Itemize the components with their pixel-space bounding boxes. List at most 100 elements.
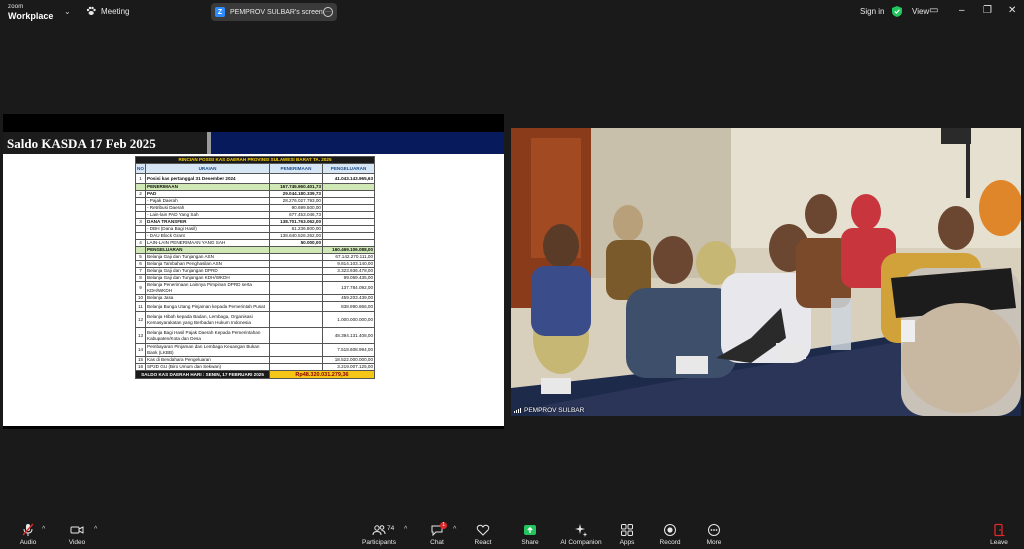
share-button[interactable]: Share bbox=[510, 523, 550, 546]
chat-options-caret[interactable]: ^ bbox=[453, 526, 456, 533]
cell-no bbox=[135, 197, 146, 205]
video-button[interactable]: Video bbox=[57, 523, 97, 546]
audio-label: Audio bbox=[19, 539, 37, 546]
cell-uraian: LAIN-LAIN PENERIMAAN YANG SAH bbox=[145, 239, 270, 247]
cell-no bbox=[135, 204, 146, 212]
shared-screen-indicator[interactable]: Z PEMPROV SULBAR's screen ··· bbox=[211, 3, 337, 21]
cell-pengeluaran: 99.069.435,00 bbox=[321, 274, 376, 282]
record-button[interactable]: Record bbox=[650, 523, 690, 546]
ai-companion-button[interactable]: AI Companion bbox=[560, 523, 602, 546]
sparkle-icon bbox=[575, 524, 588, 537]
cell-uraian: Belanja Gaji dan Tunjangan KDH/WKDH bbox=[145, 274, 270, 282]
cell-uraian: - DBH (Dana Bagi Hasil) bbox=[145, 225, 270, 233]
cell-uraian: Belanja Gaji dan Tunjangan ASN bbox=[145, 253, 270, 261]
zoom-workplace-logo[interactable]: zoom Workplace bbox=[8, 3, 53, 21]
cell-pengeluaran bbox=[321, 211, 376, 219]
minimize-icon[interactable]: – bbox=[959, 5, 965, 17]
cell-uraian: Belanja Bagi Hasil Pajak Daerah Kepada P… bbox=[145, 327, 270, 344]
close-icon[interactable]: ✕ bbox=[1008, 5, 1016, 17]
participants-icon bbox=[372, 525, 386, 536]
table-row: - Pajak Daerah 28.276.027.793,00 bbox=[135, 197, 376, 205]
total-label: SALDO KAS DAERAH HARI : SENIN, 17 FEBRUA… bbox=[135, 370, 270, 379]
ai-companion-label: AI Companion bbox=[560, 539, 602, 546]
cell-penerimaan bbox=[269, 281, 323, 295]
cell-uraian: Belanja Tambahan Penghasilan ASN bbox=[145, 260, 270, 268]
cell-pengeluaran: 7.518.608.994,00 bbox=[321, 343, 376, 357]
table-row: PENGELUARAN 160.469.106.088,00 bbox=[135, 246, 376, 254]
cell-no: 8 bbox=[135, 274, 146, 282]
cell-penerimaan bbox=[269, 173, 323, 184]
cell-pengeluaran: 18.522.000.000,00 bbox=[321, 356, 376, 364]
cell-no: 7 bbox=[135, 267, 146, 275]
participants-count: 74 bbox=[387, 525, 395, 532]
cell-penerimaan bbox=[269, 253, 323, 261]
shield-check-icon[interactable] bbox=[892, 6, 902, 17]
cell-uraian: Belanja Gaji dan Tunjangan DPRD bbox=[145, 267, 270, 275]
cell-uraian: Belanja Bunga Utang Pinjaman kepada Peme… bbox=[145, 301, 270, 312]
cell-uraian: Pembayaran Pinjaman dan Lembaga Keuangan… bbox=[145, 343, 270, 357]
apps-button[interactable]: Apps bbox=[607, 523, 647, 546]
table-row: 15 Kas di Bendahara Pengeluaran 18.522.000… bbox=[135, 356, 376, 364]
cell-pengeluaran bbox=[321, 218, 376, 226]
cell-penerimaan: 677.453.046,73 bbox=[269, 211, 323, 219]
slide-title: Saldo KASDA 17 Feb 2025 bbox=[7, 136, 156, 151]
chevron-down-icon[interactable]: ⌄ bbox=[64, 7, 71, 16]
cell-pengeluaran: 9.814.103.140,00 bbox=[321, 260, 376, 268]
camera-icon bbox=[70, 526, 84, 534]
table-row: - DAU Block Grant 138.640.526.262,00 bbox=[135, 232, 376, 240]
cell-penerimaan: 29.044.180.339,73 bbox=[269, 190, 323, 198]
cell-uraian: Belanja Penerimaan Lainnya Pimpinan DPRD… bbox=[145, 281, 270, 295]
cell-no: 2 bbox=[135, 190, 146, 198]
cell-penerimaan bbox=[269, 294, 323, 302]
cell-pengeluaran: 48.394.131.408,00 bbox=[321, 327, 376, 344]
cell-no: 11 bbox=[135, 301, 146, 312]
chat-button[interactable]: 1 Chat bbox=[417, 522, 457, 546]
restore-icon[interactable]: ❐ bbox=[983, 5, 992, 17]
cell-uraian: - DAU Block Grant bbox=[145, 232, 270, 240]
sign-in-link[interactable]: Sign in bbox=[860, 7, 884, 16]
view-menu[interactable]: View bbox=[912, 7, 929, 16]
cell-uraian: - Retribusi Daerah bbox=[145, 204, 270, 212]
view-dropdown-icon[interactable]: ▭ bbox=[929, 5, 938, 17]
cell-penerimaan: 167.745.960.401,73 bbox=[269, 183, 323, 191]
cell-pengeluaran: 67.142.270.111,00 bbox=[321, 253, 376, 261]
meeting-menu[interactable]: Meeting bbox=[86, 6, 129, 16]
more-button[interactable]: More bbox=[694, 523, 734, 546]
cell-no: 10 bbox=[135, 294, 146, 302]
cell-uraian: DANA TRANSFER bbox=[145, 218, 270, 226]
video-label: Video bbox=[68, 539, 86, 546]
participants-options-caret[interactable]: ^ bbox=[404, 526, 407, 533]
cell-pengeluaran: 459.203.439,00 bbox=[321, 294, 376, 302]
cell-no: 3 bbox=[135, 218, 146, 226]
zoom-icon: Z bbox=[215, 7, 225, 17]
table-row: 9 Belanja Penerimaan Lainnya Pimpinan DPR… bbox=[135, 281, 376, 295]
cell-penerimaan bbox=[269, 301, 323, 312]
cell-uraian: Kas di Bendahara Pengeluaran bbox=[145, 356, 270, 364]
cell-penerimaan: 90.699.500,00 bbox=[269, 204, 323, 212]
cell-no bbox=[135, 232, 146, 240]
paw-icon bbox=[86, 6, 96, 15]
cell-penerimaan bbox=[269, 356, 323, 364]
table-row: 16 SP2D GU (Biro Umum dan Sekwan) 3.219.00… bbox=[135, 363, 376, 371]
react-button[interactable]: React bbox=[463, 523, 503, 546]
microphone-muted-icon bbox=[22, 523, 34, 536]
table-row: - DBH (Dana Bagi Hasil) 61.236.800,00 bbox=[135, 225, 376, 233]
leave-button[interactable]: Leave bbox=[979, 523, 1019, 546]
col-no: NO bbox=[135, 163, 146, 174]
cell-uraian: SP2D GU (Biro Umum dan Sekwan) bbox=[145, 363, 270, 371]
cell-penerimaan bbox=[269, 267, 323, 275]
participants-label: Participants bbox=[362, 539, 396, 546]
table-row: 6 Belanja Tambahan Penghasilan ASN 9.814.1… bbox=[135, 260, 376, 268]
participant-name-tag: PEMPROV SULBAR bbox=[514, 407, 584, 414]
cell-penerimaan bbox=[269, 363, 323, 371]
cell-pengeluaran: 1.000.000.000,00 bbox=[321, 311, 376, 328]
record-icon bbox=[664, 524, 676, 536]
cell-penerimaan bbox=[269, 246, 323, 254]
more-options-icon[interactable]: ··· bbox=[323, 7, 333, 17]
share-screen-icon bbox=[524, 525, 536, 535]
participant-video[interactable] bbox=[511, 128, 1021, 416]
audio-options-caret[interactable]: ^ bbox=[42, 526, 45, 533]
cell-penerimaan bbox=[269, 274, 323, 282]
signal-bars-icon bbox=[514, 408, 521, 413]
video-options-caret[interactable]: ^ bbox=[94, 526, 97, 533]
